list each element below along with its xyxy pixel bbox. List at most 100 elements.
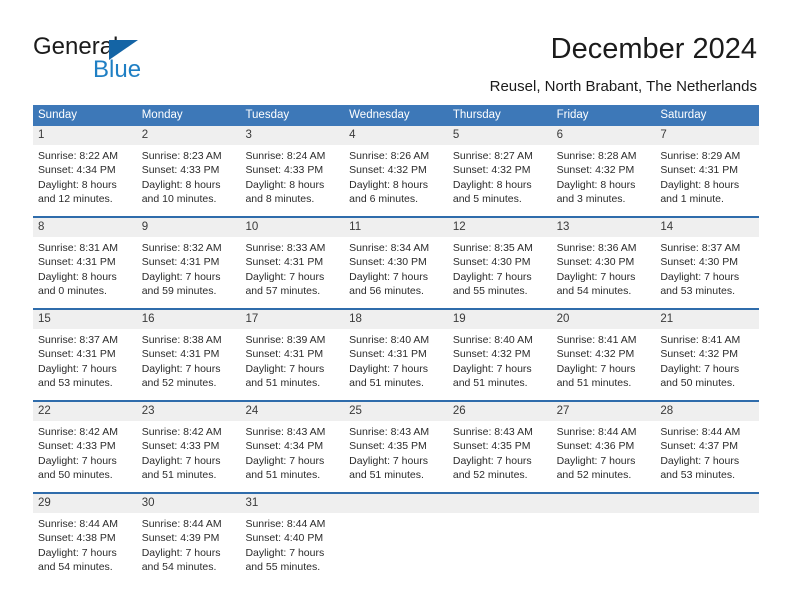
day-detail-line: and 52 minutes. xyxy=(452,469,528,482)
day-cell-23[interactable]: 23 Sunrise: 8:42 AM Sunset: 4:33 PM Dayligh… xyxy=(136,402,241,492)
general-blue-logo[interactable]: General Blue xyxy=(33,33,263,85)
day-detail-line: Sunrise: 8:38 AM xyxy=(141,334,222,346)
day-cell-16[interactable]: 16 Sunrise: 8:38 AM Sunset: 4:31 PM Dayligh… xyxy=(136,310,241,400)
day-number: 17 xyxy=(240,310,345,329)
day-detail-line: and 51 minutes. xyxy=(349,377,424,390)
day-detail-line: and 1 minute. xyxy=(660,193,724,206)
day-detail-line: Sunrise: 8:29 AM xyxy=(660,150,741,162)
day-detail-line: and 52 minutes. xyxy=(141,377,217,390)
day-cell-31[interactable]: 31 Sunrise: 8:44 AM Sunset: 4:40 PM Dayligh… xyxy=(240,494,345,584)
day-cell-20[interactable]: 20 Sunrise: 8:41 AM Sunset: 4:32 PM Dayligh… xyxy=(551,310,656,400)
day-cell-8[interactable]: 8 Sunrise: 8:31 AM Sunset: 4:31 PM Daylight… xyxy=(33,218,137,308)
day-cell-28[interactable]: 28 Sunrise: 8:44 AM Sunset: 4:37 PM Dayligh… xyxy=(655,402,760,492)
day-detail-line: Sunset: 4:30 PM xyxy=(452,256,531,269)
day-number xyxy=(344,494,448,513)
weekday-header-tuesday: Tuesday xyxy=(245,109,290,121)
calendar-week-row: 29 Sunrise: 8:44 AM Sunset: 4:38 PM Dayligh… xyxy=(33,492,760,584)
day-cell-30[interactable]: 30 Sunrise: 8:44 AM Sunset: 4:39 PM Dayligh… xyxy=(136,494,241,584)
day-cell-1[interactable]: 1 Sunrise: 8:22 AM Sunset: 4:34 PM Daylight… xyxy=(33,126,137,216)
day-number: 22 xyxy=(33,402,137,421)
day-detail-line: Sunset: 4:31 PM xyxy=(245,348,324,361)
day-detail-line: and 51 minutes. xyxy=(141,469,217,482)
day-details: Sunrise: 8:40 AM Sunset: 4:31 PM Daylight:… xyxy=(344,329,448,391)
day-detail-line: Sunset: 4:33 PM xyxy=(141,164,220,177)
day-detail-line: Daylight: 8 hours xyxy=(660,178,740,191)
day-number xyxy=(447,494,552,513)
day-cell-19[interactable]: 19 Sunrise: 8:40 AM Sunset: 4:32 PM Dayligh… xyxy=(447,310,552,400)
day-cell-5[interactable]: 5 Sunrise: 8:27 AM Sunset: 4:32 PM Daylight… xyxy=(447,126,552,216)
day-detail-line: Sunset: 4:31 PM xyxy=(245,256,324,269)
day-detail-line: Sunrise: 8:43 AM xyxy=(349,426,430,438)
day-details: Sunrise: 8:29 AM Sunset: 4:31 PM Daylight:… xyxy=(655,145,759,207)
day-cell-3[interactable]: 3 Sunrise: 8:24 AM Sunset: 4:33 PM Daylight… xyxy=(240,126,345,216)
day-detail-line: Sunrise: 8:43 AM xyxy=(452,426,533,438)
day-detail-line: Sunset: 4:35 PM xyxy=(349,440,427,453)
day-detail-line: and 10 minutes. xyxy=(141,193,217,206)
day-detail-line: and 53 minutes. xyxy=(660,469,736,482)
day-number: 27 xyxy=(551,402,656,421)
day-detail-line: Sunset: 4:31 PM xyxy=(349,348,427,361)
day-details: Sunrise: 8:40 AM Sunset: 4:32 PM Daylight:… xyxy=(448,329,552,391)
day-detail-line: Daylight: 7 hours xyxy=(349,454,428,467)
weekday-header-monday: Monday xyxy=(141,109,183,121)
day-detail-line: Daylight: 8 hours xyxy=(452,178,532,191)
weekday-header-wednesday: Wednesday xyxy=(349,109,410,121)
day-detail-line: and 12 minutes. xyxy=(38,193,113,206)
day-details: Sunrise: 8:44 AM Sunset: 4:36 PM Daylight:… xyxy=(552,421,656,483)
day-number: 2 xyxy=(136,126,241,145)
day-cell-24[interactable]: 24 Sunrise: 8:43 AM Sunset: 4:34 PM Dayligh… xyxy=(240,402,345,492)
day-number: 25 xyxy=(344,402,448,421)
calendar-weeks: 1 Sunrise: 8:22 AM Sunset: 4:34 PM Daylight… xyxy=(33,126,760,584)
day-cell-empty xyxy=(551,494,656,584)
day-cell-21[interactable]: 21 Sunrise: 8:41 AM Sunset: 4:32 PM Dayligh… xyxy=(655,310,760,400)
day-detail-line: and 6 minutes. xyxy=(349,193,419,206)
day-detail-line: Daylight: 7 hours xyxy=(38,546,117,559)
day-detail-line: and 51 minutes. xyxy=(349,469,424,482)
day-cell-13[interactable]: 13 Sunrise: 8:36 AM Sunset: 4:30 PM Dayligh… xyxy=(551,218,656,308)
day-cell-18[interactable]: 18 Sunrise: 8:40 AM Sunset: 4:31 PM Dayligh… xyxy=(344,310,448,400)
day-cell-6[interactable]: 6 Sunrise: 8:28 AM Sunset: 4:32 PM Daylight… xyxy=(551,126,656,216)
day-details: Sunrise: 8:37 AM Sunset: 4:30 PM Daylight:… xyxy=(655,237,759,299)
day-detail-line: Sunrise: 8:26 AM xyxy=(349,150,430,162)
day-detail-line: Sunrise: 8:22 AM xyxy=(38,150,118,162)
day-detail-line: and 59 minutes. xyxy=(141,285,217,298)
day-number: 15 xyxy=(33,310,137,329)
day-cell-25[interactable]: 25 Sunrise: 8:43 AM Sunset: 4:35 PM Dayligh… xyxy=(344,402,448,492)
day-cell-14[interactable]: 14 Sunrise: 8:37 AM Sunset: 4:30 PM Dayligh… xyxy=(655,218,760,308)
day-cell-10[interactable]: 10 Sunrise: 8:33 AM Sunset: 4:31 PM Dayligh… xyxy=(240,218,345,308)
day-cell-29[interactable]: 29 Sunrise: 8:44 AM Sunset: 4:38 PM Dayligh… xyxy=(33,494,137,584)
day-detail-line: Daylight: 8 hours xyxy=(245,178,325,191)
day-number: 30 xyxy=(136,494,241,513)
day-cell-4[interactable]: 4 Sunrise: 8:26 AM Sunset: 4:32 PM Daylight… xyxy=(344,126,448,216)
day-detail-line: and 52 minutes. xyxy=(556,469,632,482)
day-details: Sunrise: 8:44 AM Sunset: 4:40 PM Daylight:… xyxy=(240,513,344,575)
day-cell-15[interactable]: 15 Sunrise: 8:37 AM Sunset: 4:31 PM Dayligh… xyxy=(33,310,137,400)
day-detail-line: Sunrise: 8:37 AM xyxy=(660,242,741,254)
day-detail-line: and 54 minutes. xyxy=(38,561,113,574)
day-detail-line: Sunrise: 8:39 AM xyxy=(245,334,326,346)
day-cell-17[interactable]: 17 Sunrise: 8:39 AM Sunset: 4:31 PM Dayligh… xyxy=(240,310,345,400)
day-detail-line: Sunset: 4:31 PM xyxy=(38,348,116,361)
day-details: Sunrise: 8:38 AM Sunset: 4:31 PM Daylight:… xyxy=(137,329,241,391)
day-cell-27[interactable]: 27 Sunrise: 8:44 AM Sunset: 4:36 PM Dayligh… xyxy=(551,402,656,492)
day-cell-26[interactable]: 26 Sunrise: 8:43 AM Sunset: 4:35 PM Dayligh… xyxy=(447,402,552,492)
day-detail-line: Daylight: 7 hours xyxy=(38,454,117,467)
day-cell-7[interactable]: 7 Sunrise: 8:29 AM Sunset: 4:31 PM Daylight… xyxy=(655,126,760,216)
day-cell-9[interactable]: 9 Sunrise: 8:32 AM Sunset: 4:31 PM Daylight… xyxy=(136,218,241,308)
day-cell-12[interactable]: 12 Sunrise: 8:35 AM Sunset: 4:30 PM Dayligh… xyxy=(447,218,552,308)
day-details: Sunrise: 8:39 AM Sunset: 4:31 PM Daylight:… xyxy=(240,329,344,391)
day-cell-2[interactable]: 2 Sunrise: 8:23 AM Sunset: 4:33 PM Daylight… xyxy=(136,126,241,216)
day-details: Sunrise: 8:43 AM Sunset: 4:35 PM Daylight:… xyxy=(344,421,448,483)
weekday-header-saturday: Saturday xyxy=(660,109,707,121)
day-detail-line: Sunrise: 8:36 AM xyxy=(556,242,637,254)
calendar-page: General Blue December 2024 Reusel, North… xyxy=(0,0,792,612)
day-details: Sunrise: 8:41 AM Sunset: 4:32 PM Daylight:… xyxy=(552,329,656,391)
day-cell-11[interactable]: 11 Sunrise: 8:34 AM Sunset: 4:30 PM Dayligh… xyxy=(344,218,448,308)
day-cell-22[interactable]: 22 Sunrise: 8:42 AM Sunset: 4:33 PM Dayligh… xyxy=(33,402,137,492)
day-detail-line: Sunrise: 8:32 AM xyxy=(141,242,222,254)
day-detail-line: and 3 minutes. xyxy=(556,193,626,206)
day-number: 1 xyxy=(33,126,137,145)
day-details: Sunrise: 8:37 AM Sunset: 4:31 PM Daylight:… xyxy=(33,329,137,391)
day-detail-line: Sunset: 4:38 PM xyxy=(38,532,116,545)
day-details: Sunrise: 8:41 AM Sunset: 4:32 PM Daylight:… xyxy=(655,329,759,391)
